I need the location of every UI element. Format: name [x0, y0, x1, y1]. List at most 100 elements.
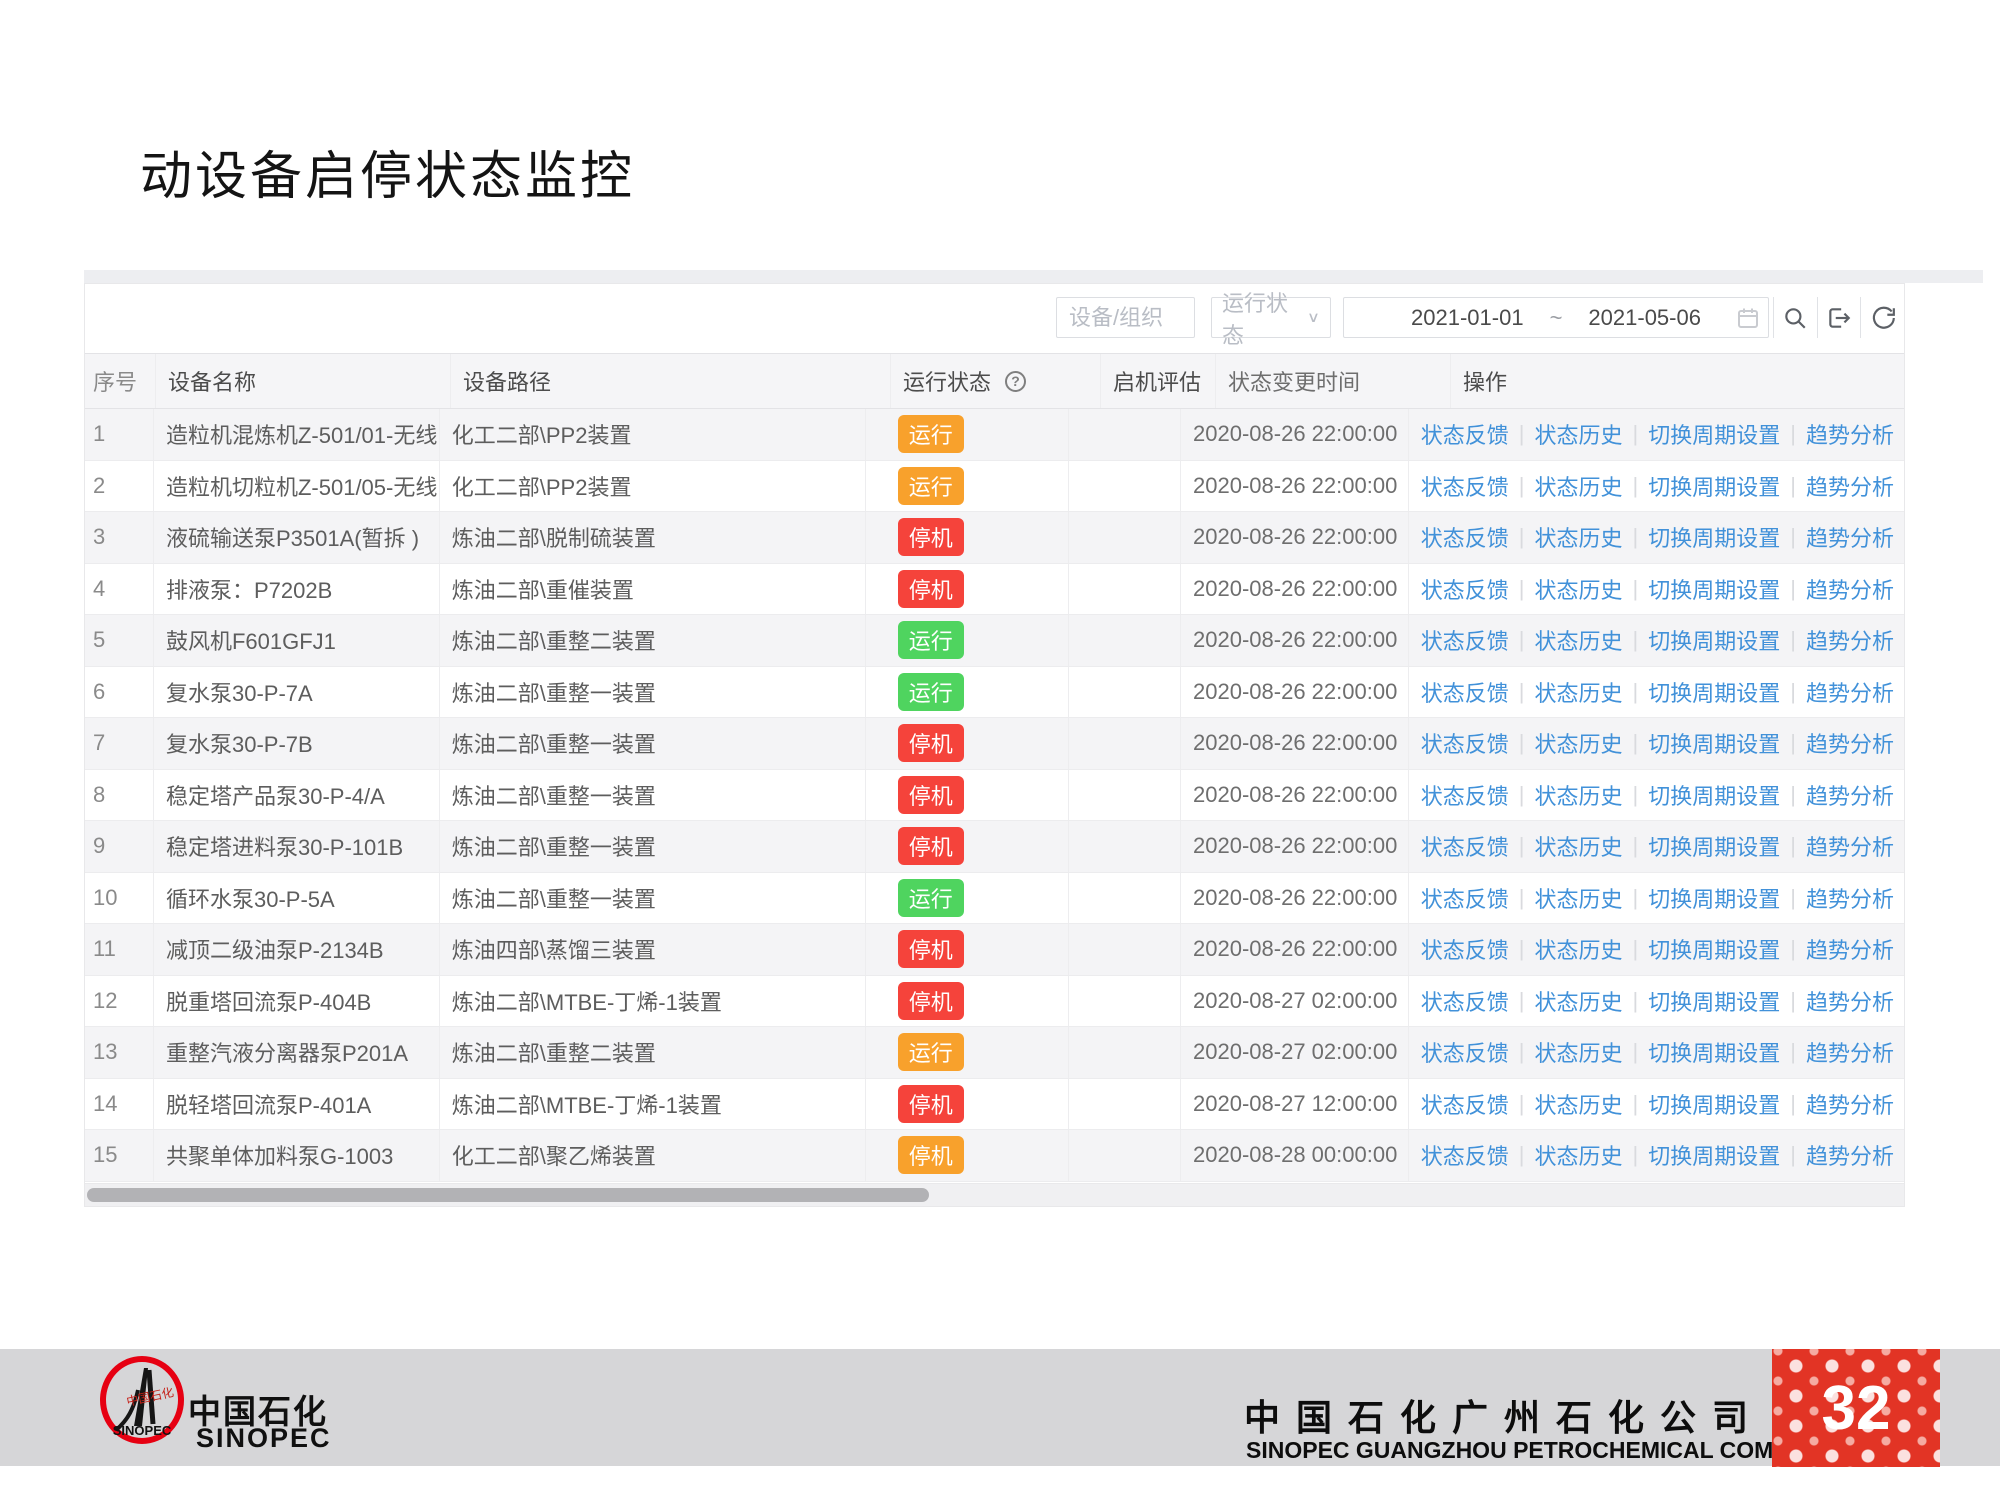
action-link[interactable]: 状态反馈 — [1421, 624, 1509, 656]
actions-cell: 状态反馈|状态历史|切换周期设置|趋势分析 — [1409, 1027, 1904, 1078]
action-link[interactable]: 切换周期设置 — [1648, 727, 1780, 759]
date-range-picker[interactable]: 2021-01-01 ~ 2021-05-06 — [1343, 297, 1769, 338]
action-link[interactable]: 切换周期设置 — [1648, 933, 1780, 965]
action-link[interactable]: 状态反馈 — [1421, 676, 1509, 708]
device-path-cell: 炼油二部\重整一装置 — [440, 821, 866, 872]
action-link[interactable]: 切换周期设置 — [1648, 1036, 1780, 1068]
device-org-input[interactable] — [1057, 305, 1194, 331]
action-link[interactable]: 状态历史 — [1535, 882, 1623, 914]
action-link[interactable]: 状态反馈 — [1421, 1088, 1509, 1120]
action-link[interactable]: 状态历史 — [1535, 933, 1623, 965]
action-link[interactable]: 趋势分析 — [1806, 882, 1894, 914]
device-name-cell: 循环水泵30-P-5A — [154, 873, 440, 924]
refresh-button[interactable] — [1860, 297, 1904, 338]
action-link[interactable]: 状态历史 — [1535, 1088, 1623, 1120]
action-link[interactable]: 状态反馈 — [1421, 727, 1509, 759]
horizontal-scrollbar-thumb[interactable] — [87, 1188, 929, 1202]
action-cell: 状态反馈|状态历史|切换周期设置|趋势分析 — [1421, 830, 1904, 862]
action-link[interactable]: 切换周期设置 — [1648, 624, 1780, 656]
action-link[interactable]: 趋势分析 — [1806, 573, 1894, 605]
actions-cell: 状态反馈|状态历史|切换周期设置|趋势分析 — [1409, 770, 1904, 821]
action-link[interactable]: 状态反馈 — [1421, 933, 1509, 965]
status-badge: 运行 — [898, 621, 964, 659]
action-link[interactable]: 切换周期设置 — [1648, 882, 1780, 914]
device-path-cell: 化工二部\PP2装置 — [440, 409, 866, 460]
action-link[interactable]: 趋势分析 — [1806, 1036, 1894, 1068]
action-link[interactable]: 状态反馈 — [1421, 882, 1509, 914]
device-name-cell: 复水泵30-P-7A — [154, 667, 440, 718]
page-title: 动设备启停状态监控 — [140, 134, 635, 209]
action-separator: | — [1519, 833, 1525, 859]
action-separator: | — [1519, 1091, 1525, 1117]
search-button[interactable] — [1773, 297, 1817, 338]
action-link[interactable]: 状态历史 — [1535, 521, 1623, 553]
action-link[interactable]: 状态历史 — [1535, 1139, 1623, 1171]
action-link[interactable]: 状态历史 — [1535, 418, 1623, 450]
action-link[interactable]: 状态反馈 — [1421, 1139, 1509, 1171]
action-link[interactable]: 状态历史 — [1535, 470, 1623, 502]
action-link[interactable]: 切换周期设置 — [1648, 521, 1780, 553]
device-org-filter[interactable] — [1056, 297, 1195, 338]
action-link[interactable]: 趋势分析 — [1806, 676, 1894, 708]
action-link[interactable]: 状态反馈 — [1421, 985, 1509, 1017]
action-link[interactable]: 趋势分析 — [1806, 727, 1894, 759]
device-path: 炼油二部\重整一装置 — [452, 830, 656, 862]
action-link[interactable]: 状态历史 — [1535, 1036, 1623, 1068]
action-cell: 状态反馈|状态历史|切换周期设置|趋势分析 — [1421, 418, 1904, 450]
device-path: 化工二部\PP2装置 — [452, 418, 632, 450]
action-link[interactable]: 切换周期设置 — [1648, 470, 1780, 502]
horizontal-scrollbar-track[interactable] — [85, 1183, 1904, 1206]
date-start-value[interactable]: 2021-01-01 — [1411, 305, 1524, 331]
change-time-cell: 2020-08-26 22:00:00 — [1181, 718, 1409, 769]
action-link[interactable]: 状态历史 — [1535, 985, 1623, 1017]
action-link[interactable]: 切换周期设置 — [1648, 676, 1780, 708]
action-separator: | — [1790, 833, 1796, 859]
action-link[interactable]: 切换周期设置 — [1648, 830, 1780, 862]
action-cell: 状态反馈|状态历史|切换周期设置|趋势分析 — [1421, 1139, 1904, 1171]
date-end-value[interactable]: 2021-05-06 — [1588, 305, 1701, 331]
export-button[interactable] — [1817, 297, 1861, 338]
action-link[interactable]: 状态反馈 — [1421, 470, 1509, 502]
action-link[interactable]: 切换周期设置 — [1648, 418, 1780, 450]
action-link[interactable]: 切换周期设置 — [1648, 985, 1780, 1017]
action-link[interactable]: 切换周期设置 — [1648, 779, 1780, 811]
action-link[interactable]: 状态反馈 — [1421, 521, 1509, 553]
action-link[interactable]: 状态历史 — [1535, 727, 1623, 759]
run-status-select[interactable]: 运行状态 ∨ — [1211, 297, 1331, 338]
action-link[interactable]: 状态反馈 — [1421, 830, 1509, 862]
column-header-startup-eval: 启机评估 — [1101, 354, 1216, 408]
action-link[interactable]: 趋势分析 — [1806, 521, 1894, 553]
action-link[interactable]: 趋势分析 — [1806, 624, 1894, 656]
table-row: 6 复水泵30-P-7A 炼油二部\重整一装置 运行 2020-08-26 22… — [85, 667, 1904, 719]
calendar-icon[interactable] — [1736, 306, 1760, 336]
action-link[interactable]: 切换周期设置 — [1648, 1139, 1780, 1171]
action-link[interactable]: 状态反馈 — [1421, 1036, 1509, 1068]
action-link[interactable]: 状态历史 — [1535, 779, 1623, 811]
action-link[interactable]: 状态反馈 — [1421, 779, 1509, 811]
column-header-actions: 操作 — [1451, 354, 1904, 408]
action-link[interactable]: 趋势分析 — [1806, 933, 1894, 965]
table-row: 2 造粒机切粒机Z-501/05-无线 化工二部\PP2装置 运行 2020-0… — [85, 461, 1904, 513]
action-link[interactable]: 状态历史 — [1535, 676, 1623, 708]
action-link[interactable]: 切换周期设置 — [1648, 1088, 1780, 1120]
action-link[interactable]: 状态反馈 — [1421, 418, 1509, 450]
action-link[interactable]: 状态历史 — [1535, 573, 1623, 605]
device-name-cell: 稳定塔产品泵30-P-4/A — [154, 770, 440, 821]
action-link[interactable]: 状态历史 — [1535, 830, 1623, 862]
run-status-cell: 停机 — [866, 1079, 1070, 1130]
action-link[interactable]: 状态反馈 — [1421, 573, 1509, 605]
action-link[interactable]: 趋势分析 — [1806, 779, 1894, 811]
action-link[interactable]: 状态历史 — [1535, 624, 1623, 656]
action-link[interactable]: 趋势分析 — [1806, 1088, 1894, 1120]
action-link[interactable]: 趋势分析 — [1806, 418, 1894, 450]
action-link[interactable]: 趋势分析 — [1806, 470, 1894, 502]
status-badge: 停机 — [898, 827, 964, 865]
device-name: 复水泵30-P-7A — [166, 676, 313, 708]
action-link[interactable]: 趋势分析 — [1806, 830, 1894, 862]
device-name: 循环水泵30-P-5A — [166, 882, 335, 914]
help-icon[interactable]: ? — [1005, 371, 1026, 392]
action-link[interactable]: 切换周期设置 — [1648, 573, 1780, 605]
action-link[interactable]: 趋势分析 — [1806, 985, 1894, 1017]
run-status-cell: 运行 — [866, 873, 1070, 924]
action-link[interactable]: 趋势分析 — [1806, 1139, 1894, 1171]
